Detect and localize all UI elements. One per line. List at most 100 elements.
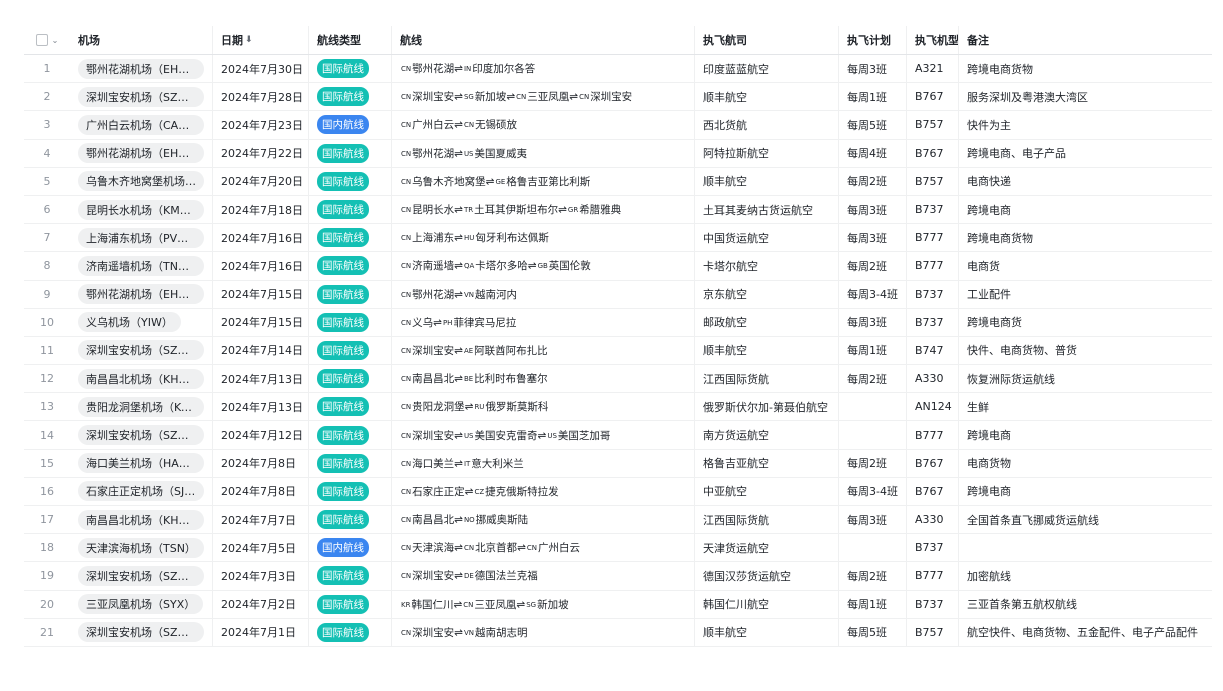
note-cell[interactable]: 工业配件: [959, 281, 1212, 308]
route-cell[interactable]: CN石家庄正定⇌CZ捷克俄斯特拉发: [392, 477, 695, 505]
aircraft-cell[interactable]: B767: [907, 477, 959, 505]
airline-cell[interactable]: 顺丰航空: [695, 336, 839, 365]
route-cell[interactable]: CN深圳宝安⇌AE阿联酋阿布扎比: [392, 336, 695, 365]
row-number-cell[interactable]: 10: [24, 309, 70, 336]
route-cell[interactable]: CN鄂州花湖⇌US美国夏威夷: [392, 139, 695, 167]
aircraft-cell[interactable]: A330: [907, 506, 959, 534]
date-cell[interactable]: 2024年7月7日: [213, 506, 309, 534]
column-header-note[interactable]: 备注: [959, 26, 1212, 54]
aircraft-cell[interactable]: B777: [907, 224, 959, 252]
date-cell[interactable]: 2024年7月8日: [213, 477, 309, 505]
select-all-checkbox[interactable]: [35, 34, 48, 46]
table-row[interactable]: 5 乌鲁木齐地窝堡机场（... 2024年7月20日 国际航线 CN乌鲁木齐地窝堡⇌GE…: [24, 167, 1212, 196]
airline-cell[interactable]: 中亚航空: [695, 477, 839, 505]
plan-cell[interactable]: 每周3-4班: [839, 280, 907, 308]
airport-cell[interactable]: 深圳宝安机场（SZX）: [70, 421, 213, 449]
route-cell[interactable]: CN鄂州花湖⇌IN印度加尔各答: [392, 55, 695, 83]
airline-cell[interactable]: 邮政航空: [695, 308, 839, 336]
date-cell[interactable]: 2024年7月13日: [213, 365, 309, 393]
note-cell[interactable]: 航空快件、电商货物、五金配件、电子产品配件: [959, 619, 1212, 646]
route-type-cell[interactable]: 国内航线: [309, 111, 392, 139]
airport-cell[interactable]: 上海浦东机场（PVG）: [70, 224, 213, 252]
route-type-cell[interactable]: 国际航线: [309, 139, 392, 167]
date-cell[interactable]: 2024年7月1日: [213, 618, 309, 646]
route-type-cell[interactable]: 国际航线: [309, 618, 392, 646]
note-cell[interactable]: 加密航线: [959, 562, 1212, 589]
route-cell[interactable]: CN济南遥墙⇌QA卡塔尔多哈⇌GB英国伦敦: [392, 252, 695, 280]
plan-cell[interactable]: 每周3班: [839, 55, 907, 83]
route-type-cell[interactable]: 国际航线: [309, 506, 392, 534]
airline-cell[interactable]: 江西国际货航: [695, 506, 839, 534]
note-cell[interactable]: 服务深圳及粤港澳大湾区: [959, 83, 1212, 110]
airline-cell[interactable]: 顺丰航空: [695, 618, 839, 646]
table-row[interactable]: 8 济南遥墙机场（TNA） 2024年7月16日 国际航线 CN济南遥墙⇌QA卡塔尔多哈…: [24, 252, 1212, 281]
note-cell[interactable]: 三亚首条第五航权航线: [959, 591, 1212, 618]
plan-cell[interactable]: [839, 421, 907, 449]
row-number-cell[interactable]: 13: [24, 393, 70, 420]
airline-cell[interactable]: 天津货运航空: [695, 534, 839, 562]
plan-cell[interactable]: 每周5班: [839, 618, 907, 646]
aircraft-cell[interactable]: B777: [907, 562, 959, 590]
plan-cell[interactable]: 每周2班: [839, 562, 907, 590]
table-row[interactable]: 16 石家庄正定机场（SJW） 2024年7月8日 国际航线 CN石家庄正定⇌CZ捷克俄…: [24, 477, 1212, 506]
table-row[interactable]: 15 海口美兰机场（HAK） 2024年7月8日 国际航线 CN海口美兰⇌IT意大利米兰…: [24, 449, 1212, 478]
plan-cell[interactable]: 每周2班: [839, 167, 907, 195]
route-type-cell[interactable]: 国际航线: [309, 393, 392, 421]
column-header-date[interactable]: 日期 ⬇: [213, 26, 309, 54]
route-type-cell[interactable]: 国际航线: [309, 195, 392, 224]
aircraft-cell[interactable]: A321: [907, 55, 959, 83]
note-cell[interactable]: 跨境电商货物: [959, 224, 1212, 251]
route-type-cell[interactable]: 国际航线: [309, 252, 392, 280]
route-cell[interactable]: CN贵阳龙洞堡⇌RU俄罗斯莫斯科: [392, 393, 695, 421]
note-cell[interactable]: 电商货物: [959, 450, 1212, 477]
airport-cell[interactable]: 义乌机场（YIW）: [70, 308, 213, 336]
date-cell[interactable]: 2024年7月20日: [213, 167, 309, 195]
airline-cell[interactable]: 印度蓝蓝航空: [695, 55, 839, 83]
plan-cell[interactable]: [839, 393, 907, 421]
date-cell[interactable]: 2024年7月23日: [213, 111, 309, 139]
plan-cell[interactable]: [839, 534, 907, 562]
plan-cell[interactable]: 每周5班: [839, 111, 907, 139]
row-number-cell[interactable]: 16: [24, 478, 70, 505]
table-row[interactable]: 6 昆明长水机场（KMG） 2024年7月18日 国际航线 CN昆明长水⇌TR土耳其伊斯…: [24, 195, 1212, 225]
route-type-cell[interactable]: 国际航线: [309, 590, 392, 618]
row-number-cell[interactable]: 1: [24, 55, 70, 82]
airline-cell[interactable]: 西北货航: [695, 111, 839, 139]
route-cell[interactable]: CN深圳宝安⇌US美国安克雷奇⇌US美国芝加哥: [392, 421, 695, 449]
row-number-cell[interactable]: 8: [24, 252, 70, 279]
route-type-cell[interactable]: 国际航线: [309, 449, 392, 477]
aircraft-cell[interactable]: B757: [907, 111, 959, 139]
aircraft-cell[interactable]: B737: [907, 280, 959, 308]
airline-cell[interactable]: 韩国仁川航空: [695, 590, 839, 618]
select-all-cell[interactable]: ⌄: [24, 26, 70, 54]
table-row[interactable]: 20 三亚凤凰机场（SYX） 2024年7月2日 国际航线 KR韩国仁川⇌CN三亚凤凰⇌…: [24, 590, 1212, 619]
route-type-cell[interactable]: 国际航线: [309, 308, 392, 336]
aircraft-cell[interactable]: B747: [907, 336, 959, 365]
airport-cell[interactable]: 贵阳龙洞堡机场（KW...: [70, 393, 213, 421]
row-number-cell[interactable]: 3: [24, 111, 70, 138]
column-header-airline[interactable]: 执飞航司: [695, 26, 839, 54]
airport-cell[interactable]: 南昌昌北机场（KHN）: [70, 506, 213, 534]
note-cell[interactable]: 电商快递: [959, 168, 1212, 195]
plan-cell[interactable]: 每周1班: [839, 590, 907, 618]
airline-cell[interactable]: 中国货运航空: [695, 224, 839, 252]
airport-cell[interactable]: 三亚凤凰机场（SYX）: [70, 590, 213, 618]
airline-cell[interactable]: 俄罗斯伏尔加-第聂伯航空: [695, 393, 839, 421]
route-type-cell[interactable]: 国际航线: [309, 336, 392, 365]
airport-cell[interactable]: 深圳宝安机场（SZX）: [70, 618, 213, 646]
plan-cell[interactable]: 每周2班: [839, 365, 907, 393]
route-type-cell[interactable]: 国际航线: [309, 167, 392, 195]
date-cell[interactable]: 2024年7月8日: [213, 449, 309, 477]
date-cell[interactable]: 2024年7月16日: [213, 224, 309, 252]
route-cell[interactable]: CN乌鲁木齐地窝堡⇌GE格鲁吉亚第比利斯: [392, 167, 695, 195]
plan-cell[interactable]: 每周3-4班: [839, 477, 907, 505]
row-number-cell[interactable]: 12: [24, 365, 70, 392]
sort-descending-icon[interactable]: ⬇: [245, 35, 253, 45]
note-cell[interactable]: 跨境电商货物: [959, 55, 1212, 82]
chevron-down-icon[interactable]: ⌄: [52, 36, 59, 45]
row-number-cell[interactable]: 20: [24, 591, 70, 618]
table-row[interactable]: 10 义乌机场（YIW） 2024年7月15日 国际航线 CN义乌⇌PH菲律宾马尼拉 邮政…: [24, 308, 1212, 337]
plan-cell[interactable]: 每周3班: [839, 195, 907, 224]
date-cell[interactable]: 2024年7月5日: [213, 534, 309, 562]
airport-cell[interactable]: 昆明长水机场（KMG）: [70, 195, 213, 224]
